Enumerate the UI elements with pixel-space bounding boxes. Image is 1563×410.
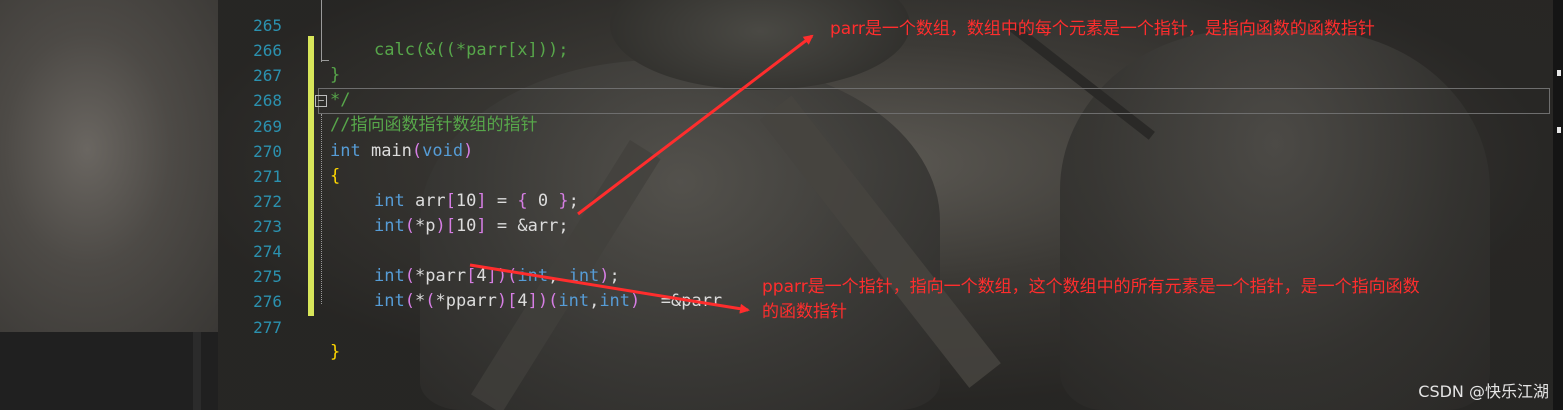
code-line[interactable]: 274 int(*parr[4])(int, int);: [218, 214, 1553, 286]
code-line[interactable]: 275 int(*(*pparr)[4])(int,int) =&parr: [218, 239, 1553, 311]
background-left-bottom: [0, 332, 225, 410]
parr-annotation: parr是一个数组，数组中的每个元素是一个指针，是指向函数的函数指针: [830, 19, 1375, 39]
code-line[interactable]: 272 int(*p)[10] = &arr;: [218, 164, 1553, 236]
background-left-panel: [0, 0, 218, 332]
scrollbar-marker: [1557, 70, 1561, 76]
editor-scrollbar-track[interactable]: [1553, 0, 1563, 410]
code-line[interactable]: 271 int arr[10] = { 0 };: [218, 139, 1553, 211]
code-editor[interactable]: − 265 calc(&((*parr[x])); 266 } 267 */ 2…: [218, 0, 1553, 362]
code-line[interactable]: 270 {: [218, 114, 1553, 186]
pparr-annotation-line1: pparr是一个指针，指向一个数组，这个数组中的所有元素是一个指针，是一个指向函…: [762, 277, 1420, 297]
code-text: }: [330, 342, 341, 362]
pparr-annotation-line2: 的函数指针: [762, 302, 847, 322]
code-line[interactable]: 269 int main(void): [218, 89, 1553, 161]
watermark: CSDN @快乐江湖: [1418, 382, 1549, 401]
code-line[interactable]: 268 //指向函数指针数组的指针: [218, 63, 1553, 135]
code-line[interactable]: 273: [218, 189, 1553, 236]
line-number: 277: [253, 318, 282, 337]
background-divider: [193, 332, 201, 410]
code-line[interactable]: 267 */: [218, 38, 1553, 110]
code-line[interactable]: 265 calc(&((*parr[x]));: [218, 0, 1553, 60]
scrollbar-marker: [1557, 127, 1561, 133]
